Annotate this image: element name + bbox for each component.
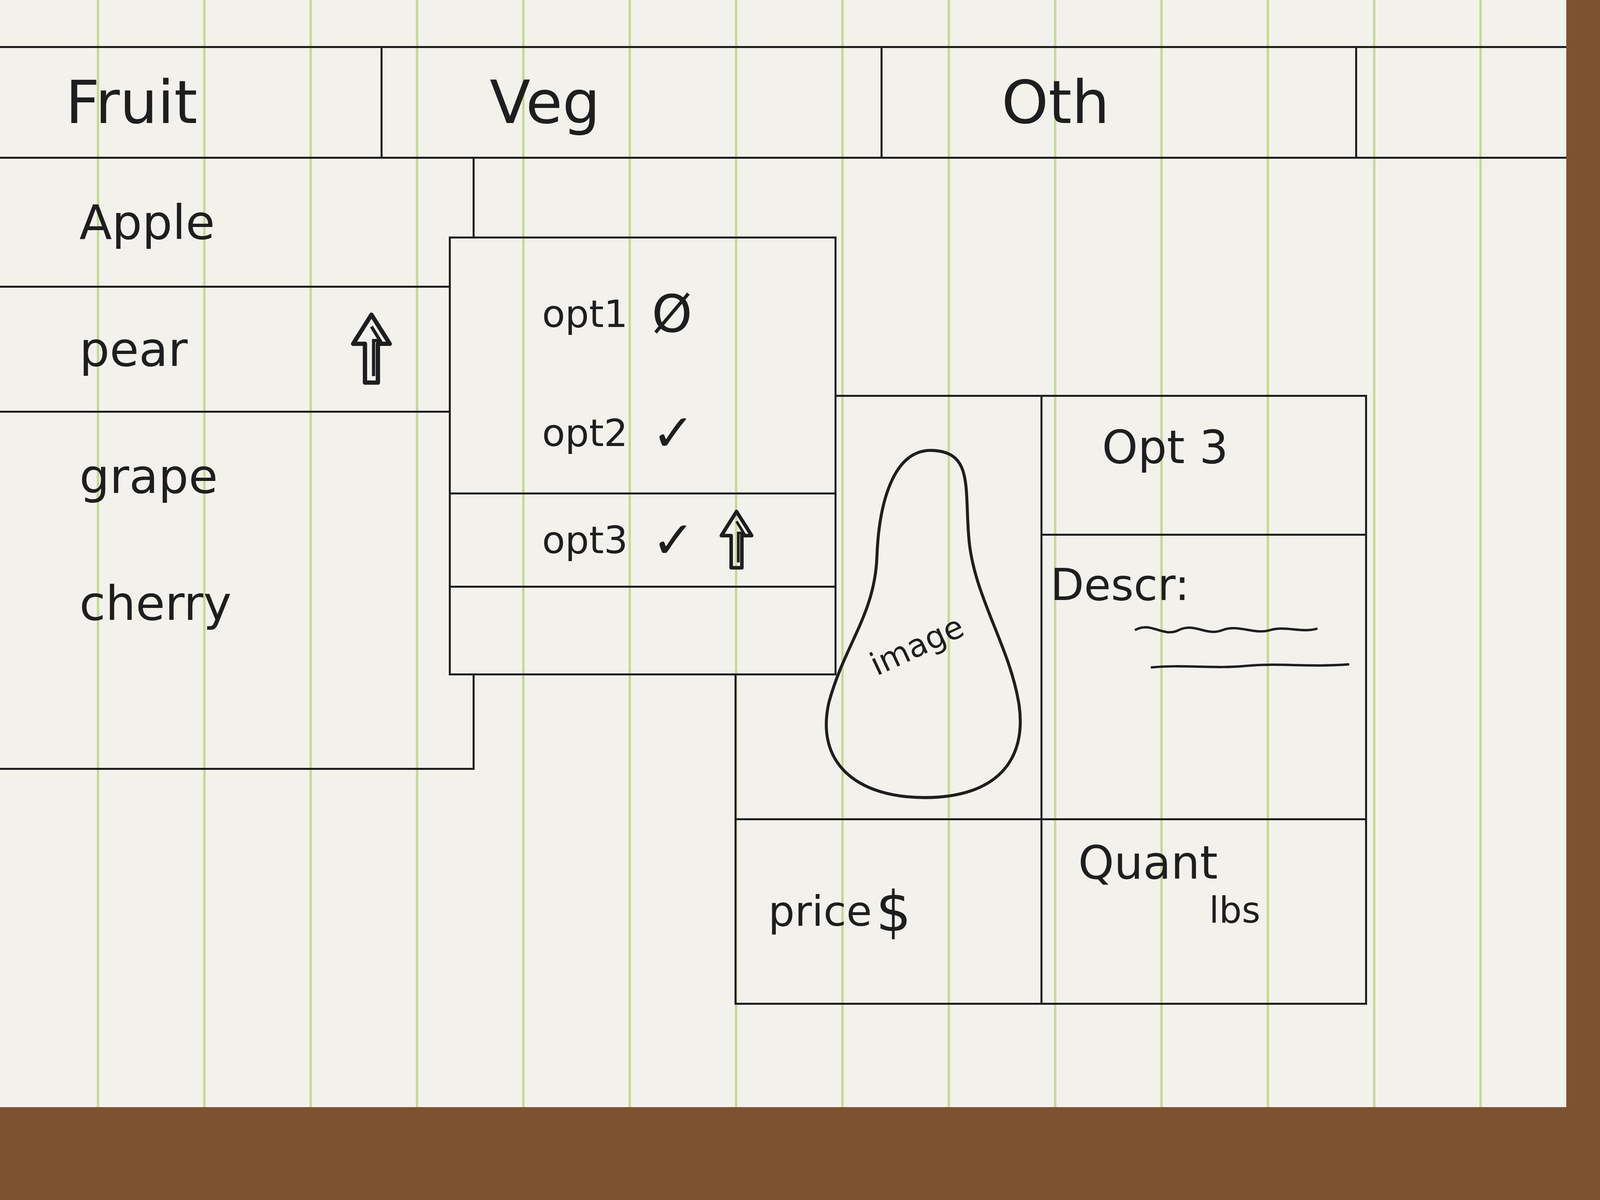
option-label: opt3	[542, 518, 628, 562]
fruit-item[interactable]: cherry	[0, 539, 473, 667]
tab-bar: Fruit Veg Oth	[0, 46, 1567, 159]
cursor-arrow-icon	[349, 311, 394, 387]
fruit-list: Apple pear grape cherry	[0, 158, 475, 770]
price-unit: $	[875, 879, 912, 945]
option-title: Opt 3	[1042, 396, 1366, 536]
option-item[interactable]: opt3 ✓	[450, 492, 835, 588]
fruit-item[interactable]: grape	[0, 412, 473, 540]
tab[interactable]: Veg	[382, 48, 883, 157]
fruit-label: grape	[79, 448, 218, 504]
option-item[interactable]: opt2 ✓	[450, 373, 835, 493]
description-label: Descr:	[1050, 559, 1358, 611]
tab[interactable]: Oth	[882, 48, 1358, 157]
fruit-label: Apple	[79, 194, 216, 250]
option-label: opt2	[542, 411, 628, 455]
fruit-label: pear	[79, 321, 188, 377]
description: Descr:	[1042, 535, 1366, 682]
tab-label: Oth	[1001, 67, 1110, 137]
fruit-label: cherry	[79, 575, 232, 631]
tab-label: Veg	[489, 67, 600, 137]
option-item[interactable]: opt1 Ø	[450, 254, 835, 374]
tab-label: Fruit	[65, 67, 198, 137]
text-placeholder-icon	[1119, 614, 1358, 647]
price-cell: price$	[736, 818, 1043, 1003]
option-label: opt1	[542, 292, 628, 336]
tab[interactable]: Fruit	[0, 48, 383, 157]
info-cell: Opt 3 Descr:	[1042, 396, 1366, 819]
price-label: price	[768, 887, 872, 936]
wireframe-photo: Fruit Veg Oth Apple pear grape cherry opt1 Øopt2…	[0, 0, 1600, 1200]
options-submenu: opt1 Øopt2 ✓ opt3 ✓	[448, 236, 837, 676]
quantity-label: Quant	[1078, 836, 1366, 890]
text-placeholder-icon	[1119, 650, 1358, 682]
option-mark: ✓	[651, 402, 695, 464]
fruit-item[interactable]: Apple	[0, 158, 473, 286]
quantity-unit: lbs	[1209, 889, 1261, 931]
image-label: image	[864, 607, 970, 684]
option-mark: Ø	[651, 283, 693, 345]
cursor-arrow-icon	[718, 508, 755, 572]
paper-sheet: Fruit Veg Oth Apple pear grape cherry opt1 Øopt2…	[0, 0, 1567, 1108]
fruit-item[interactable]: pear	[0, 285, 473, 413]
quantity-cell[interactable]: Quantlbs	[1042, 818, 1366, 1003]
option-mark: ✓	[651, 509, 695, 571]
tab-bar-filler	[1357, 48, 1567, 157]
sketch-canvas: Apple pear grape cherry opt1 Øopt2 ✓ opt3 ✓ image…	[0, 158, 1567, 1108]
